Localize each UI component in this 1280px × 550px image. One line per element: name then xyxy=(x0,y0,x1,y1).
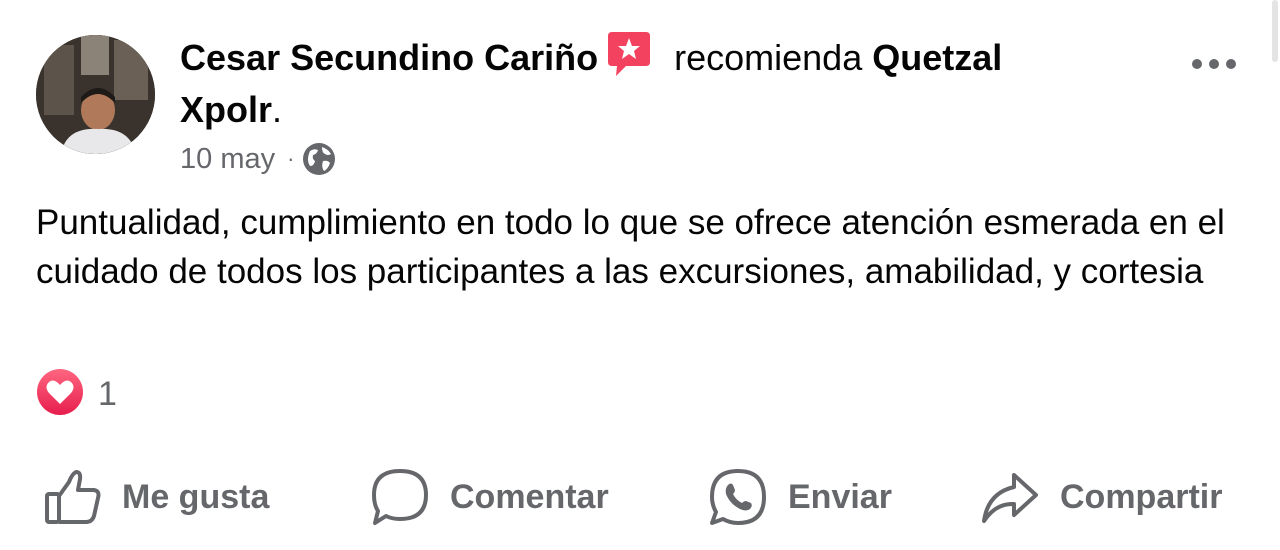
thumbs-up-icon xyxy=(44,468,122,526)
post-meta: 10 may · xyxy=(180,140,336,178)
share-arrow-icon xyxy=(980,467,1060,527)
share-button[interactable]: Compartir xyxy=(980,462,1222,532)
love-heart-icon xyxy=(36,368,84,421)
action-bar: Me gusta Comentar Enviar Compartir xyxy=(0,462,1280,532)
scrollbar[interactable] xyxy=(1272,0,1278,62)
post-date[interactable]: 10 may xyxy=(180,140,275,178)
author-name[interactable]: Cesar Secundino Cariño xyxy=(180,37,598,78)
globe-icon[interactable] xyxy=(302,142,336,176)
recommend-verb: recomienda xyxy=(674,37,863,78)
recommend-star-icon xyxy=(604,30,654,80)
like-button[interactable]: Me gusta xyxy=(44,462,269,532)
post-header: Cesar Secundino Cariño recomienda Quetzal… xyxy=(180,30,1100,136)
more-options-icon[interactable] xyxy=(1190,54,1238,74)
comment-button[interactable]: Comentar xyxy=(370,462,609,532)
send-label: Enviar xyxy=(788,477,892,516)
comment-label: Comentar xyxy=(450,477,609,516)
comment-bubble-icon xyxy=(370,467,450,527)
share-label: Compartir xyxy=(1060,477,1223,516)
like-label: Me gusta xyxy=(122,477,270,516)
header-period: . xyxy=(272,89,283,130)
avatar[interactable] xyxy=(36,35,155,154)
post-text: Puntualidad, cumplimiento en todo lo que… xyxy=(36,203,1225,291)
whatsapp-icon xyxy=(708,467,788,527)
meta-separator: · xyxy=(287,146,295,171)
send-button[interactable]: Enviar xyxy=(708,462,892,532)
reaction-count: 1 xyxy=(98,375,117,413)
reactions-summary[interactable]: 1 xyxy=(36,368,117,421)
